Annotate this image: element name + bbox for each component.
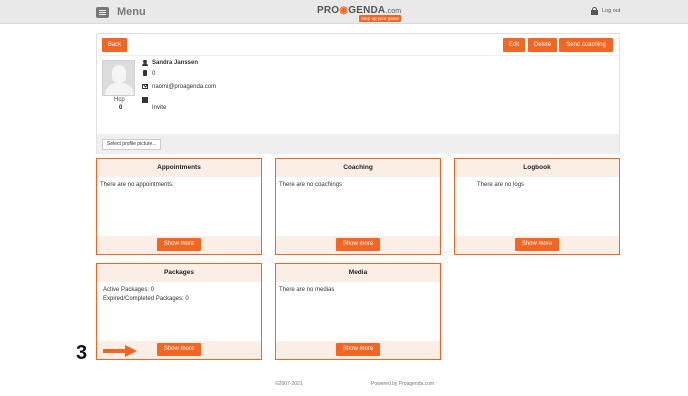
- select-profile-picture-button[interactable]: Select profile picture...: [102, 139, 162, 150]
- hcp-value: 0: [119, 105, 123, 111]
- panel-footer: Show more: [97, 236, 261, 254]
- phone-icon: [143, 70, 147, 76]
- media-show-more-button[interactable]: Show more: [336, 343, 380, 356]
- coaching-show-more-button[interactable]: Show more: [336, 238, 380, 251]
- panel-title: Logbook: [455, 159, 619, 177]
- footer-copyright: ©2007-2021: [275, 381, 303, 387]
- user-icon: [142, 60, 148, 66]
- step-number-annotation: 3: [76, 342, 88, 364]
- panel-footer: Show more: [276, 341, 440, 359]
- panel-empty-text: There are no appointments.: [100, 182, 174, 188]
- client-email[interactable]: naomi@proagenda.com: [152, 84, 216, 90]
- avatar: [102, 60, 135, 96]
- invite-link[interactable]: Invite: [152, 105, 166, 111]
- action-bar: Back Edit Delete Send coaching: [97, 34, 619, 56]
- calendar-icon: [142, 97, 148, 103]
- logo-tagline: Step up your game: [359, 15, 402, 22]
- back-button[interactable]: Back: [102, 38, 127, 52]
- top-bar: Menu PRO◉GENDA.com Step up your game Log…: [0, 0, 688, 24]
- panel-empty-text: There are no logs: [477, 182, 525, 188]
- profile-card: Back Edit Delete Send coaching Hcp 0 San…: [96, 33, 620, 154]
- logo-suffix: .com: [385, 8, 402, 15]
- panel-empty-text: There are no coachings: [279, 182, 343, 188]
- panel-footer: Show more: [455, 236, 619, 254]
- logo-o-mark: ◉: [339, 5, 349, 16]
- panel-empty-text: There are no medias: [279, 287, 335, 293]
- panel-title: Packages: [97, 264, 261, 282]
- panel-title: Coaching: [276, 159, 440, 177]
- profile-picture-bar: Select profile picture...: [97, 134, 619, 154]
- logbook-show-more-button[interactable]: Show more: [515, 238, 559, 251]
- hamburger-menu-icon[interactable]: [96, 7, 109, 18]
- expired-packages-text: Expired/Completed Packages: 0: [103, 296, 189, 302]
- send-coaching-button[interactable]: Send coaching: [559, 38, 613, 52]
- media-panel: Media There are no medias Show more: [275, 263, 441, 360]
- hcp-label: Hcp: [114, 97, 125, 103]
- logo-text-pro: PRO: [317, 5, 340, 16]
- lock-icon[interactable]: [591, 7, 598, 15]
- footer-powered-by[interactable]: Powered by Proagenda.com: [371, 381, 434, 387]
- delete-button[interactable]: Delete: [528, 38, 557, 52]
- appointments-panel: Appointments There are no appointments. …: [96, 158, 262, 255]
- mail-icon: [142, 84, 148, 89]
- logbook-panel: Logbook There are no logs Show more: [454, 158, 620, 255]
- logout-link[interactable]: Log out: [602, 8, 620, 14]
- panel-footer: Show more: [276, 236, 440, 254]
- panel-title: Appointments: [97, 159, 261, 177]
- client-name: Sandra Janssen: [152, 60, 199, 66]
- active-packages-text: Active Packages: 0: [103, 287, 155, 293]
- panel-title: Media: [276, 264, 440, 282]
- packages-show-more-button[interactable]: Show more: [157, 343, 201, 356]
- edit-button[interactable]: Edit: [503, 38, 525, 52]
- menu-label[interactable]: Menu: [117, 6, 146, 18]
- client-phone: 0: [152, 71, 156, 77]
- coaching-panel: Coaching There are no coachings Show mor…: [275, 158, 441, 255]
- arrow-right-icon: [103, 345, 137, 357]
- packages-summary: Active Packages: 0 Expired/Completed Pac…: [103, 286, 189, 304]
- appointments-show-more-button[interactable]: Show more: [157, 238, 201, 251]
